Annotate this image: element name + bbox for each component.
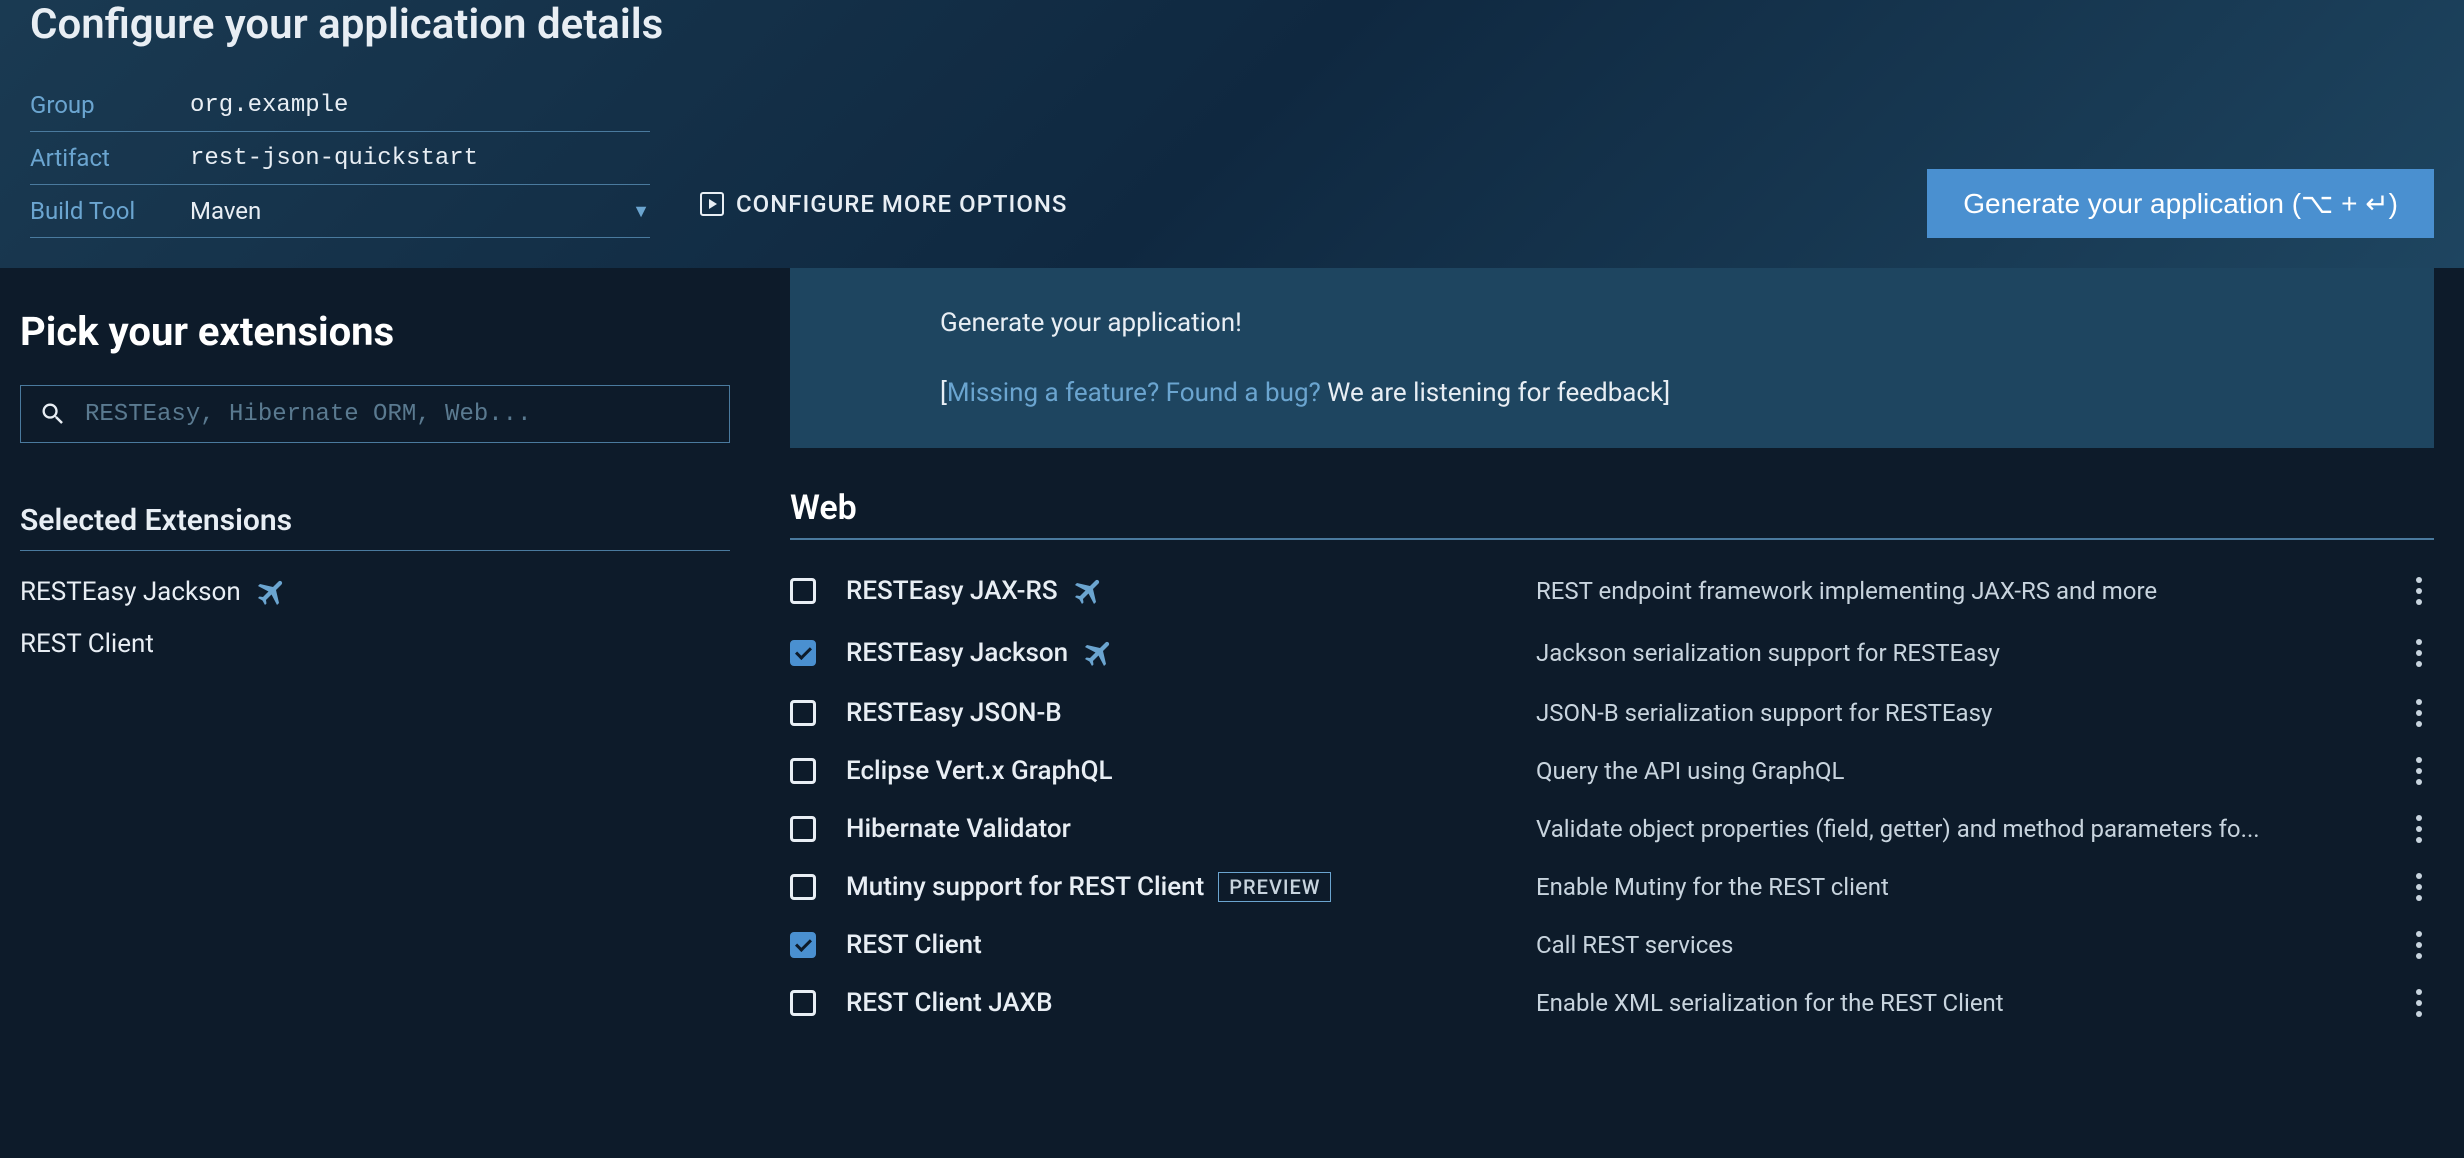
sidebar: Pick your extensions Selected Extensions… [0, 268, 790, 1032]
config-fields: Group Artifact Build Tool Maven ▼ [30, 79, 650, 238]
extension-name[interactable]: RESTEasy JAX-RS [846, 574, 1506, 608]
extension-checkbox[interactable] [790, 990, 816, 1016]
extension-description: JSON-B serialization support for RESTEas… [1536, 699, 2374, 727]
extension-description: Enable Mutiny for the REST client [1536, 873, 2374, 901]
extension-name[interactable]: REST Client [846, 930, 1506, 960]
extension-row: REST Client Call REST services [790, 916, 2434, 974]
extension-checkbox[interactable] [790, 932, 816, 958]
search-icon [39, 400, 67, 428]
banner-line1: Generate your application! [940, 308, 2384, 338]
extension-checkbox[interactable] [790, 578, 816, 604]
buildtool-label: Build Tool [30, 197, 190, 225]
extension-checkbox[interactable] [790, 816, 816, 842]
extension-row: Eclipse Vert.x GraphQL Query the API usin… [790, 742, 2434, 800]
feedback-link[interactable]: Missing a feature? Found a bug? [947, 378, 1321, 408]
play-icon [700, 192, 724, 216]
plane-icon [1082, 636, 1116, 670]
buildtool-value: Maven [190, 197, 261, 225]
kebab-menu-icon[interactable] [2404, 757, 2434, 785]
extension-description: Query the API using GraphQL [1536, 757, 2374, 785]
plane-icon [255, 575, 289, 609]
field-group: Group [30, 79, 650, 132]
more-options-label: CONFIGURE MORE OPTIONS [736, 190, 1067, 218]
extension-row: Hibernate Validator Validate object prope… [790, 800, 2434, 858]
banner-line2: [Missing a feature? Found a bug? We are … [940, 378, 2384, 408]
pick-extensions-title: Pick your extensions [20, 308, 760, 355]
extension-description: Call REST services [1536, 931, 2374, 959]
buildtool-select[interactable]: Maven ▼ [190, 197, 650, 225]
page-title: Configure your application details [30, 0, 2434, 49]
extension-checkbox[interactable] [790, 758, 816, 784]
extension-row: Mutiny support for REST ClientPREVIEW Ena… [790, 858, 2434, 916]
extension-name[interactable]: REST Client JAXB [846, 988, 1506, 1018]
extension-checkbox[interactable] [790, 874, 816, 900]
chevron-down-icon: ▼ [632, 201, 650, 222]
field-buildtool[interactable]: Build Tool Maven ▼ [30, 185, 650, 238]
selected-list: RESTEasy Jackson REST Client [20, 575, 760, 659]
extension-checkbox[interactable] [790, 700, 816, 726]
field-artifact: Artifact [30, 132, 650, 185]
extension-checkbox[interactable] [790, 640, 816, 666]
group-input[interactable] [190, 92, 650, 119]
extension-name[interactable]: Hibernate Validator [846, 814, 1506, 844]
extension-name[interactable]: RESTEasy Jackson [846, 636, 1506, 670]
kebab-menu-icon[interactable] [2404, 639, 2434, 667]
extension-description: REST endpoint framework implementing JAX… [1536, 577, 2374, 605]
selected-item-label: REST Client [20, 629, 154, 659]
plane-icon [1072, 574, 1106, 608]
group-label: Group [30, 91, 190, 119]
generate-button[interactable]: Generate your application (⌥ + ↵) [1927, 169, 2434, 238]
kebab-menu-icon[interactable] [2404, 577, 2434, 605]
search-box[interactable] [20, 385, 730, 443]
artifact-input[interactable] [190, 145, 650, 172]
extension-description: Jackson serialization support for RESTEa… [1536, 639, 2374, 667]
selected-extensions-title: Selected Extensions [20, 503, 730, 551]
kebab-menu-icon[interactable] [2404, 815, 2434, 843]
kebab-menu-icon[interactable] [2404, 931, 2434, 959]
category-web-title: Web [790, 488, 2434, 540]
extension-row: RESTEasy JSON-B JSON-B serialization supp… [790, 684, 2434, 742]
extension-row: RESTEasy Jackson Jackson serialization su… [790, 622, 2434, 684]
extension-name[interactable]: Mutiny support for REST ClientPREVIEW [846, 872, 1506, 902]
kebab-menu-icon[interactable] [2404, 873, 2434, 901]
extension-list: RESTEasy JAX-RS REST endpoint framework i… [790, 560, 2434, 1032]
preview-badge: PREVIEW [1218, 872, 1331, 902]
header-actions: CONFIGURE MORE OPTIONS Generate your app… [700, 169, 2434, 238]
config-header: Configure your application details Group… [0, 0, 2464, 268]
extension-name[interactable]: Eclipse Vert.x GraphQL [846, 756, 1506, 786]
extension-row: REST Client JAXB Enable XML serialization… [790, 974, 2434, 1032]
main-area: Pick your extensions Selected Extensions… [0, 268, 2464, 1032]
extension-description: Enable XML serialization for the REST Cl… [1536, 989, 2374, 1017]
extension-description: Validate object properties (field, gette… [1536, 815, 2374, 843]
content: Generate your application! [Missing a fe… [790, 268, 2464, 1032]
configure-more-options-button[interactable]: CONFIGURE MORE OPTIONS [700, 190, 1067, 218]
selected-item[interactable]: RESTEasy Jackson [20, 575, 760, 609]
banner: Generate your application! [Missing a fe… [790, 268, 2434, 448]
selected-item[interactable]: REST Client [20, 629, 760, 659]
kebab-menu-icon[interactable] [2404, 989, 2434, 1017]
search-input[interactable] [85, 401, 711, 428]
kebab-menu-icon[interactable] [2404, 699, 2434, 727]
extension-row: RESTEasy JAX-RS REST endpoint framework i… [790, 560, 2434, 622]
artifact-label: Artifact [30, 144, 190, 172]
selected-item-label: RESTEasy Jackson [20, 577, 241, 607]
extension-name[interactable]: RESTEasy JSON-B [846, 698, 1506, 728]
